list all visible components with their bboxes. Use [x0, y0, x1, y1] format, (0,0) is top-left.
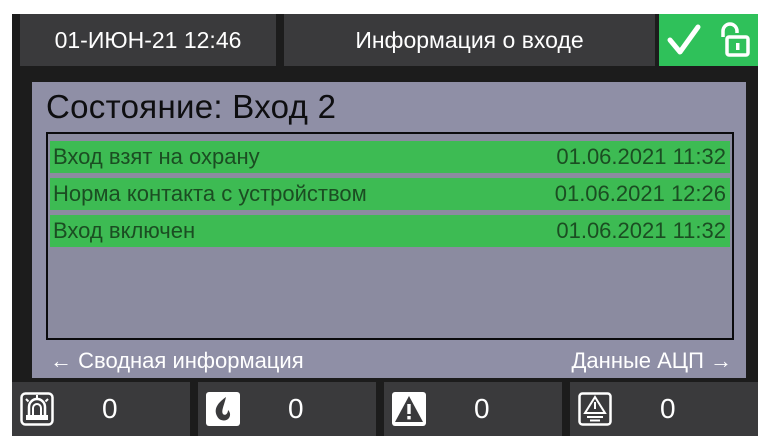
fault-count: 0	[660, 393, 676, 424]
event-time: 01.06.2021 11:32	[556, 144, 726, 169]
event-text: Норма контакта с устройством	[53, 181, 367, 206]
event-time: 01.06.2021 12:26	[554, 181, 726, 206]
event-list[interactable]: Вход взят на охрану 01.06.2021 11:32 Нор…	[46, 132, 734, 340]
alarm-count: 0	[102, 393, 118, 424]
fire-icon	[206, 392, 240, 426]
checkmark-icon	[667, 24, 701, 55]
screen-title: Информация о входе	[284, 14, 655, 66]
fire-counter[interactable]: 0	[198, 382, 376, 436]
warning-triangle-icon	[392, 392, 426, 426]
warning-counter[interactable]: 0	[384, 382, 562, 436]
warning-count: 0	[474, 393, 490, 424]
fault-counter[interactable]: 0	[570, 382, 758, 436]
event-row[interactable]: Вход взят на охрану 01.06.2021 11:32	[50, 141, 730, 173]
event-time: 01.06.2021 11:32	[556, 218, 726, 243]
event-text: Вход включен	[53, 218, 196, 243]
summary-info-link[interactable]: ← Сводная информация	[50, 348, 304, 374]
device-screen: 01-ИЮН-21 12:46 Информация о входе Состо…	[12, 14, 758, 436]
fault-triangle-icon	[578, 392, 612, 426]
datetime-display: 01-ИЮН-21 12:46	[20, 14, 276, 66]
event-row[interactable]: Вход включен 01.06.2021 11:32	[50, 215, 730, 247]
status-indicator	[659, 14, 758, 66]
alarm-siren-icon	[20, 392, 54, 426]
fire-count: 0	[288, 393, 304, 424]
state-panel: Состояние: Вход 2 Вход взят на охрану 01…	[32, 82, 746, 378]
event-text: Вход взят на охрану	[53, 144, 260, 169]
alarm-counter[interactable]: 0	[12, 382, 190, 436]
screen-title-text: Информация о входе	[355, 26, 584, 53]
panel-title: Состояние: Вход 2	[46, 88, 337, 125]
datetime-text: 01-ИЮН-21 12:46	[54, 26, 242, 53]
event-row[interactable]: Норма контакта с устройством 01.06.2021 …	[50, 178, 730, 210]
unlocked-padlock-icon	[721, 22, 750, 57]
adc-data-link[interactable]: Данные АЦП →	[572, 348, 732, 374]
